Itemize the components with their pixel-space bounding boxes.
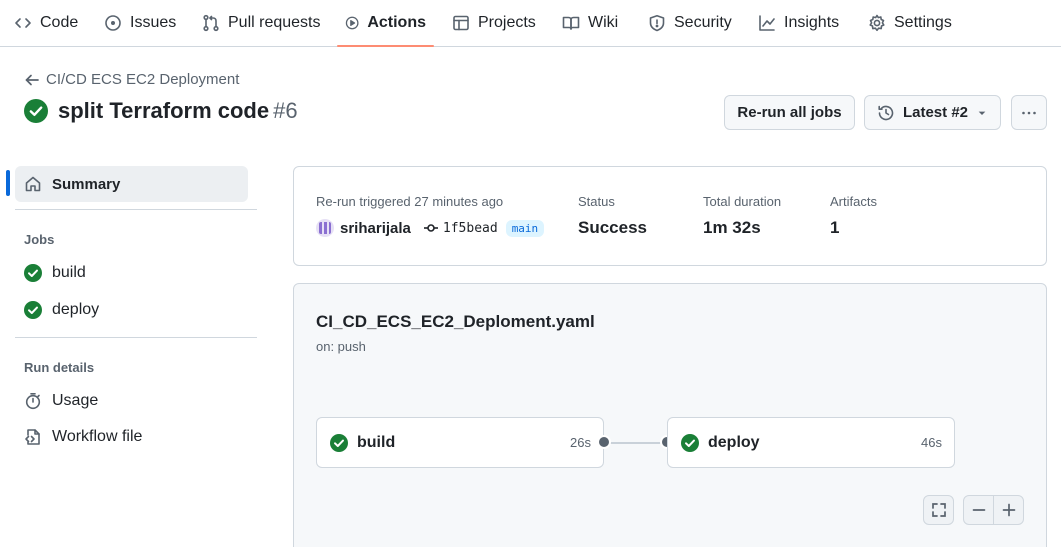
active-indicator <box>6 170 10 196</box>
job-node-build[interactable]: build 26s <box>316 417 604 468</box>
run-details-heading: Run details <box>24 360 95 375</box>
fullscreen-button[interactable] <box>923 495 954 525</box>
job-name: build <box>357 433 396 451</box>
git-commit-icon <box>423 224 438 232</box>
workflow-name-link: CI/CD ECS EC2 Deployment <box>46 71 240 88</box>
triangle-down-icon <box>978 111 986 115</box>
tab-pull-requests[interactable]: Pull requests <box>194 0 329 46</box>
stopwatch-icon <box>25 393 41 410</box>
sidebar-item-build[interactable]: build <box>24 264 86 282</box>
run-number: #6 <box>273 98 298 123</box>
branch-badge[interactable]: main <box>505 219 545 237</box>
duration-value: 1m 32s <box>703 218 761 237</box>
sidebar-divider <box>15 209 257 210</box>
zoom-in-button[interactable] <box>993 495 1024 525</box>
tab-label: Security <box>674 14 732 31</box>
play-icon <box>345 16 359 30</box>
tab-label: Projects <box>478 14 536 31</box>
sidebar-item-label: Usage <box>52 392 99 409</box>
file-code-icon <box>25 429 40 445</box>
history-icon <box>878 105 894 120</box>
tab-security[interactable]: Security <box>640 0 740 46</box>
minus-icon <box>972 509 985 511</box>
status-value: Success <box>578 218 647 237</box>
tab-label: Pull requests <box>228 14 321 31</box>
tab-projects[interactable]: Projects <box>444 0 544 46</box>
attempt-select-button[interactable]: Latest #2 <box>864 95 1001 130</box>
trigger-text: Re-run triggered 27 minutes ago <box>316 194 504 209</box>
sidebar-item-label: build <box>52 264 86 281</box>
table-icon <box>453 15 469 31</box>
success-check-icon <box>24 99 48 123</box>
workflow-graph-panel: CI_CD_ECS_EC2_Deploment.yaml on: push bu… <box>293 283 1047 547</box>
avatar[interactable] <box>316 219 334 237</box>
sidebar-divider <box>15 337 257 338</box>
sidebar-item-label: Workflow file <box>52 428 143 445</box>
screen-full-icon <box>931 503 946 517</box>
arrow-left-icon <box>25 74 39 85</box>
artifacts-value[interactable]: 1 <box>830 218 839 238</box>
back-to-workflow-link[interactable]: CI/CD ECS EC2 Deployment <box>24 71 239 88</box>
attempt-label: Latest #2 <box>902 104 969 121</box>
success-check-icon <box>330 433 348 452</box>
tab-label: Settings <box>894 14 952 31</box>
jobs-heading: Jobs <box>24 232 55 247</box>
zoom-out-button[interactable] <box>963 495 994 525</box>
workflow-trigger: on: push <box>316 339 366 354</box>
workflow-file-name: CI_CD_ECS_EC2_Deploment.yaml <box>316 312 595 331</box>
tab-settings[interactable]: Settings <box>860 0 960 46</box>
job-duration: 26s <box>570 435 591 450</box>
sidebar-item-deploy[interactable]: deploy <box>24 301 99 319</box>
connector-dot <box>597 435 611 449</box>
sidebar-item-label: deploy <box>52 301 100 318</box>
status-label: Status <box>578 194 615 209</box>
sidebar-item-label: Summary <box>52 175 121 193</box>
kebab-horizontal-icon <box>1022 111 1036 114</box>
rerun-all-jobs-button[interactable]: Re-run all jobs <box>724 95 855 130</box>
home-icon <box>25 176 41 192</box>
tab-label: Wiki <box>588 14 619 31</box>
more-options-button[interactable] <box>1011 95 1047 130</box>
commit-link[interactable]: 1f5bead <box>423 220 498 236</box>
sidebar-item-usage[interactable]: Usage <box>24 392 98 410</box>
job-name: deploy <box>708 433 760 451</box>
success-check-icon <box>24 264 42 282</box>
run-summary-card: Re-run triggered 27 minutes ago sriharij… <box>293 166 1047 266</box>
run-title-row: split Terraform code #6 <box>24 98 298 124</box>
tab-code[interactable]: Code <box>6 0 86 46</box>
graph-icon <box>759 15 775 31</box>
artifacts-label: Artifacts <box>830 194 877 209</box>
rerun-label: Re-run all jobs <box>737 104 842 121</box>
book-icon <box>562 16 580 30</box>
pull-request-icon <box>203 14 219 32</box>
run-title: split Terraform code <box>58 98 270 123</box>
actor-name[interactable]: sriharijala <box>340 220 411 237</box>
page-title: split Terraform code #6 <box>58 98 298 124</box>
job-duration: 46s <box>921 435 942 450</box>
plus-icon <box>1002 503 1015 517</box>
success-check-icon <box>681 433 699 452</box>
tab-label: Insights <box>784 14 840 31</box>
tab-actions[interactable]: Actions <box>337 0 434 47</box>
tab-label: Issues <box>130 14 177 31</box>
code-icon <box>15 18 31 28</box>
duration-label: Total duration <box>703 194 782 209</box>
tab-label: Actions <box>367 14 426 31</box>
repo-nav: Code Issues Pull requests Actions Projec… <box>0 0 1061 47</box>
commit-sha: 1f5bead <box>442 220 498 236</box>
sidebar-item-summary[interactable]: Summary <box>15 166 248 202</box>
job-node-deploy[interactable]: deploy 46s <box>667 417 955 468</box>
tab-insights[interactable]: Insights <box>750 0 847 46</box>
tab-wiki[interactable]: Wiki <box>554 0 626 46</box>
success-check-icon <box>24 301 42 319</box>
sidebar-item-workflow-file[interactable]: Workflow file <box>24 428 142 446</box>
trigger-actor-row: sriharijala 1f5bead main <box>316 219 545 237</box>
tab-label: Code <box>40 14 79 31</box>
shield-icon <box>649 15 665 32</box>
job-connector <box>605 442 667 444</box>
issue-icon <box>105 15 121 31</box>
gear-icon <box>869 14 885 32</box>
tab-issues[interactable]: Issues <box>96 0 184 46</box>
